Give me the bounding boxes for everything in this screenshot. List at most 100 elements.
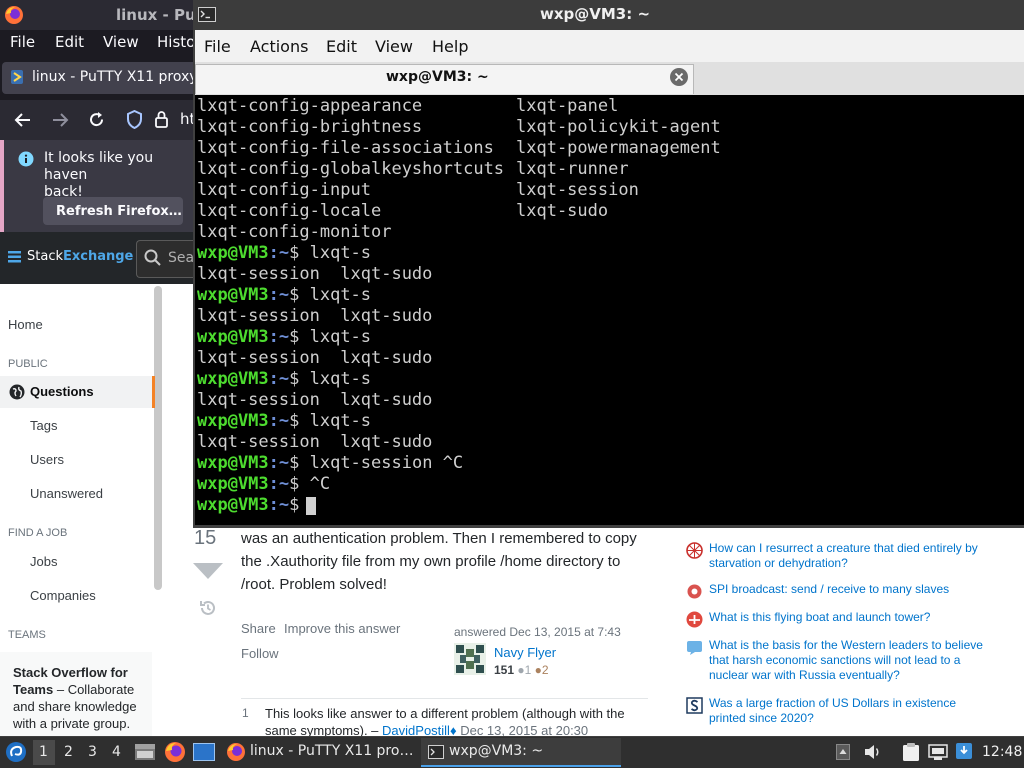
nav-teams-heading: TEAMS xyxy=(8,629,46,641)
firefox-menu-file[interactable]: File xyxy=(10,33,35,51)
terminal-line: lxqt-config-monitor xyxy=(197,222,392,242)
firefox-launcher-icon[interactable] xyxy=(164,741,186,763)
terminal-menu-file[interactable]: File xyxy=(204,37,231,56)
nav-jobs[interactable]: Jobs xyxy=(30,554,57,569)
firefox-menu-edit[interactable]: Edit xyxy=(55,33,84,51)
nav-users[interactable]: Users xyxy=(30,452,64,467)
silver-badges: ●1 xyxy=(517,663,532,677)
stackexchange-menu-icon[interactable] xyxy=(8,251,21,263)
clipboard-icon[interactable] xyxy=(902,742,920,762)
electronics-site-icon xyxy=(686,583,703,600)
terminal-prompt-line: wxp@VM3:~$ lxqt-s xyxy=(197,411,371,432)
network-icon[interactable] xyxy=(928,743,948,761)
refresh-firefox-button[interactable]: Refresh Firefox… xyxy=(43,197,183,225)
workspace-4[interactable]: 4 xyxy=(112,744,121,760)
tray-arrow-icon[interactable] xyxy=(836,744,850,760)
answer-body: was an authentication problem. Then I re… xyxy=(241,530,637,593)
back-arrow-icon[interactable] xyxy=(14,111,32,129)
hot-question-1[interactable]: How can I resurrect a creature that died… xyxy=(709,541,984,571)
terminal-app-icon xyxy=(198,7,216,22)
logo-bold: Exchange xyxy=(63,249,134,264)
update-notifier-icon[interactable] xyxy=(955,742,973,760)
sidebar-scrollbar[interactable] xyxy=(154,286,162,590)
terminal-line: lxqt-powermanagement xyxy=(516,138,721,158)
prompt-command: $ ^C xyxy=(289,474,331,494)
workspace-2[interactable]: 2 xyxy=(64,744,73,760)
start-menu-icon[interactable] xyxy=(5,741,27,763)
nav-home[interactable]: Home xyxy=(8,317,43,332)
prompt-path: :~ xyxy=(268,369,290,389)
terminal-line: lxqt-sudo xyxy=(516,201,609,221)
share-link[interactable]: Share xyxy=(241,621,276,636)
answer-user-name[interactable]: Navy Flyer xyxy=(494,645,556,660)
improve-answer-link[interactable]: Improve this answer xyxy=(284,621,400,636)
follow-link[interactable]: Follow xyxy=(241,646,279,661)
prompt-command: $ lxqt-s xyxy=(289,243,372,263)
close-tab-icon[interactable] xyxy=(670,68,688,86)
volume-icon[interactable] xyxy=(864,744,882,760)
file-manager-launcher-icon[interactable] xyxy=(134,741,156,763)
stackexchange-logo[interactable]: StackExchange xyxy=(27,249,133,264)
hot-question-3[interactable]: What is this flying boat and launch towe… xyxy=(709,610,984,625)
desktop-launcher-icon[interactable] xyxy=(193,743,215,761)
forward-arrow-icon[interactable] xyxy=(51,111,69,129)
prompt-path: :~ xyxy=(268,453,290,473)
terminal-line: lxqt-config-input xyxy=(197,180,371,200)
bronze-badges: ●2 xyxy=(534,663,549,677)
terminal-prompt-line: wxp@VM3:~$ lxqt-s xyxy=(197,327,371,348)
taskbar-terminal-task[interactable]: wxp@VM3: ~ xyxy=(449,743,543,759)
prompt-path: :~ xyxy=(268,243,290,263)
vote-count: 15 xyxy=(194,527,217,549)
firefox-window-title: linux - Pu xyxy=(116,6,196,24)
notice-line-1: It looks like you haven xyxy=(44,150,154,183)
terminal-line: lxqt-session lxqt-sudo xyxy=(197,432,433,452)
rep-score: 151 xyxy=(494,663,515,677)
nav-tags[interactable]: Tags xyxy=(30,418,57,433)
answered-timestamp[interactable]: answered Dec 13, 2015 at 7:43 xyxy=(454,625,621,639)
tracking-shield-icon[interactable] xyxy=(126,110,143,129)
terminal-line: lxqt-session lxqt-sudo xyxy=(197,348,433,368)
firefox-logo-icon xyxy=(4,5,24,25)
comment-separator xyxy=(241,698,648,699)
putty-favicon-icon xyxy=(10,69,24,85)
avatar[interactable] xyxy=(454,643,486,675)
nav-questions[interactable]: Questions xyxy=(30,384,94,399)
prompt-user: wxp@VM3 xyxy=(197,474,269,494)
terminal-menu-edit[interactable]: Edit xyxy=(326,37,357,56)
terminal-line: lxqt-config-locale xyxy=(197,201,382,221)
terminal-line: lxqt-runner xyxy=(516,159,629,179)
terminal-line: lxqt-config-brightness xyxy=(197,117,423,137)
taskbar-firefox-task[interactable]: linux - PuTTY X11 pro… xyxy=(250,743,413,759)
nav-unanswered[interactable]: Unanswered xyxy=(30,486,103,501)
terminal-line: lxqt-session lxqt-sudo xyxy=(197,264,433,284)
prompt-user: wxp@VM3 xyxy=(197,243,269,263)
workspace-1[interactable]: 1 xyxy=(39,744,48,760)
politics-site-icon xyxy=(686,639,703,656)
reload-icon[interactable] xyxy=(87,110,106,129)
prompt-path: :~ xyxy=(268,327,290,347)
notice-text: It looks like you haven back! xyxy=(44,150,194,201)
terminal-line: lxqt-config-appearance xyxy=(197,96,423,116)
hot-question-5[interactable]: Was a large fraction of US Dollars in ex… xyxy=(709,696,984,726)
downvote-arrow-icon[interactable] xyxy=(192,562,224,580)
firefox-menu-history[interactable]: Histo xyxy=(157,33,195,51)
lock-icon[interactable] xyxy=(154,110,169,128)
taskbar-clock[interactable]: 12:48 xyxy=(982,744,1022,760)
terminal-menu-actions[interactable]: Actions xyxy=(250,37,308,56)
prompt-command: $ lxqt-s xyxy=(289,369,372,389)
comment-score: 1 xyxy=(242,706,249,720)
history-icon[interactable] xyxy=(198,598,218,618)
hot-question-2[interactable]: SPI broadcast: send / receive to many sl… xyxy=(709,582,984,597)
hot-question-4[interactable]: What is the basis for the Western leader… xyxy=(709,638,984,683)
workspace-3[interactable]: 3 xyxy=(88,744,97,760)
terminal-menu-view[interactable]: View xyxy=(375,37,413,56)
terminal-line: lxqt-session lxqt-sudo xyxy=(197,390,433,410)
prompt-path: :~ xyxy=(268,474,290,494)
terminal-menu-help[interactable]: Help xyxy=(432,37,468,56)
terminal-prompt-line: wxp@VM3:~$ lxqt-s xyxy=(197,369,371,390)
aviation-site-icon xyxy=(686,611,703,628)
prompt-user: wxp@VM3 xyxy=(197,327,269,347)
firefox-menu-view[interactable]: View xyxy=(103,33,139,51)
terminal-window-title: wxp@VM3: ~ xyxy=(540,5,651,23)
nav-companies[interactable]: Companies xyxy=(30,588,96,603)
